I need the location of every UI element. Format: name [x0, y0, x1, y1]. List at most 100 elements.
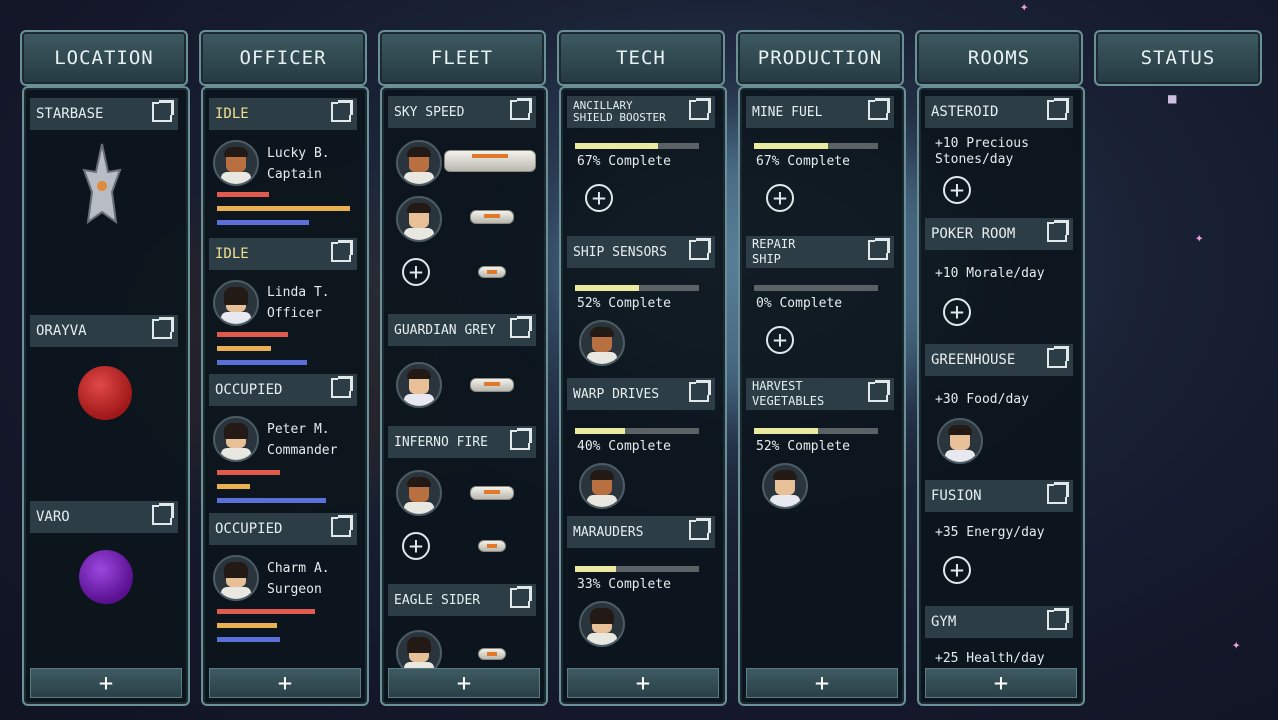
tech-card-warp-drives[interactable]: WARP DRIVES: [567, 378, 715, 410]
rooms-panel: ASTEROID +10 Precious Stones/day + POKER …: [917, 86, 1085, 706]
avatar[interactable]: [213, 280, 259, 326]
fleet-card-sky-speed[interactable]: SKY SPEED: [388, 96, 536, 128]
open-external-icon[interactable]: [868, 98, 890, 120]
assign-officer-button[interactable]: +: [766, 184, 794, 212]
avatar[interactable]: [937, 418, 983, 464]
fleet-card-inferno-fire[interactable]: INFERNO FIRE: [388, 426, 536, 458]
location-card-orayva[interactable]: ORAYVA: [30, 315, 178, 347]
add-crew-button[interactable]: +: [402, 258, 430, 286]
add-fleet-button[interactable]: +: [388, 668, 540, 698]
open-external-icon[interactable]: [152, 317, 174, 339]
progress-text: 67% Complete: [756, 154, 850, 169]
fleet-card-eagle-sider[interactable]: EAGLE SIDER: [388, 584, 536, 616]
fleet-header: FLEET: [378, 30, 546, 86]
room-card-gym[interactable]: GYM: [925, 606, 1073, 638]
open-external-icon[interactable]: [1047, 98, 1069, 120]
open-external-icon[interactable]: [152, 100, 174, 122]
add-production-button[interactable]: +: [746, 668, 898, 698]
assign-officer-button[interactable]: +: [943, 176, 971, 204]
tech-column: TECH ANCILLARY SHIELD BOOSTER 67% Complet…: [557, 30, 727, 706]
ship-icon: [478, 540, 506, 552]
open-external-icon[interactable]: [1047, 220, 1069, 242]
assign-officer-button[interactable]: +: [766, 326, 794, 354]
open-external-icon[interactable]: [1047, 608, 1069, 630]
status-header[interactable]: STATUS: [1094, 30, 1262, 86]
production-panel: MINE FUEL 67% Complete + REPAIR SHIP 0% C…: [738, 86, 906, 706]
add-tech-button[interactable]: +: [567, 668, 719, 698]
open-external-icon[interactable]: [689, 238, 711, 260]
open-external-icon[interactable]: [1047, 482, 1069, 504]
open-external-icon[interactable]: [868, 238, 890, 260]
stat-bar-yellow: [217, 206, 350, 211]
open-external-icon[interactable]: [331, 376, 353, 398]
room-name: GYM: [931, 614, 957, 630]
production-card-harvest-vegetables[interactable]: HARVEST VEGETABLES: [746, 378, 894, 410]
ship-icon: [444, 150, 536, 172]
stat-bar-red: [217, 470, 280, 475]
open-external-icon[interactable]: [868, 380, 890, 402]
officer-status: IDLE: [215, 246, 249, 262]
room-card-poker-room[interactable]: POKER ROOM: [925, 218, 1073, 250]
assign-officer-button[interactable]: +: [943, 556, 971, 584]
open-external-icon[interactable]: [331, 515, 353, 537]
star-icon: ■: [1168, 91, 1177, 107]
avatar[interactable]: [213, 416, 259, 462]
tech-card-ship-sensors[interactable]: SHIP SENSORS: [567, 236, 715, 268]
open-external-icon[interactable]: [510, 586, 532, 608]
progress-text: 40% Complete: [577, 439, 671, 454]
avatar[interactable]: [396, 140, 442, 186]
production-name: REPAIR SHIP: [752, 237, 796, 266]
avatar[interactable]: [396, 362, 442, 408]
open-external-icon[interactable]: [510, 316, 532, 338]
progress-bar: [575, 428, 699, 434]
fleet-card-guardian-grey[interactable]: GUARDIAN GREY: [388, 314, 536, 346]
open-external-icon[interactable]: [510, 428, 532, 450]
production-card-mine-fuel[interactable]: MINE FUEL: [746, 96, 894, 128]
avatar[interactable]: [579, 463, 625, 509]
officer-status-label[interactable]: OCCUPIED: [209, 374, 357, 406]
officer-status-label[interactable]: IDLE: [209, 98, 357, 130]
officer-name: Charm A.: [267, 561, 330, 576]
room-card-asteroid[interactable]: ASTEROID: [925, 96, 1073, 128]
add-location-button[interactable]: +: [30, 668, 182, 698]
location-card-varo[interactable]: VARO: [30, 501, 178, 533]
progress-text: 52% Complete: [756, 439, 850, 454]
open-external-icon[interactable]: [510, 98, 532, 120]
assign-officer-button[interactable]: +: [943, 298, 971, 326]
avatar[interactable]: [579, 320, 625, 366]
add-officer-button[interactable]: +: [209, 668, 361, 698]
officer-status: OCCUPIED: [215, 521, 283, 537]
stat-bar-red: [217, 192, 269, 197]
open-external-icon[interactable]: [689, 380, 711, 402]
room-name: FUSION: [931, 488, 982, 504]
avatar[interactable]: [396, 470, 442, 516]
avatar[interactable]: [213, 555, 259, 601]
open-external-icon[interactable]: [152, 503, 174, 525]
open-external-icon[interactable]: [689, 98, 711, 120]
avatar[interactable]: [396, 196, 442, 242]
production-card-repair-ship[interactable]: REPAIR SHIP: [746, 236, 894, 268]
location-card-starbase[interactable]: STARBASE: [30, 98, 178, 130]
avatar[interactable]: [213, 140, 259, 186]
officer-status-label[interactable]: IDLE: [209, 238, 357, 270]
open-external-icon[interactable]: [689, 518, 711, 540]
stat-bar-blue: [217, 220, 309, 225]
tech-card-marauders[interactable]: MARAUDERS: [567, 516, 715, 548]
progress-text: 33% Complete: [577, 577, 671, 592]
add-room-button[interactable]: +: [925, 668, 1077, 698]
assign-officer-button[interactable]: +: [585, 184, 613, 212]
tech-card-ancillary-shield-booster[interactable]: ANCILLARY SHIELD BOOSTER: [567, 96, 715, 128]
officer-status-label[interactable]: OCCUPIED: [209, 513, 357, 545]
star-icon: ✦: [1232, 637, 1241, 653]
open-external-icon[interactable]: [331, 100, 353, 122]
add-crew-button[interactable]: +: [402, 532, 430, 560]
room-card-fusion[interactable]: FUSION: [925, 480, 1073, 512]
room-card-greenhouse[interactable]: GREENHOUSE: [925, 344, 1073, 376]
room-effect: +35 Energy/day: [935, 525, 1045, 540]
rooms-header: ROOMS: [915, 30, 1083, 86]
avatar[interactable]: [762, 463, 808, 509]
fleet-name: EAGLE SIDER: [394, 592, 481, 608]
avatar[interactable]: [579, 601, 625, 647]
open-external-icon[interactable]: [1047, 346, 1069, 368]
open-external-icon[interactable]: [331, 240, 353, 262]
